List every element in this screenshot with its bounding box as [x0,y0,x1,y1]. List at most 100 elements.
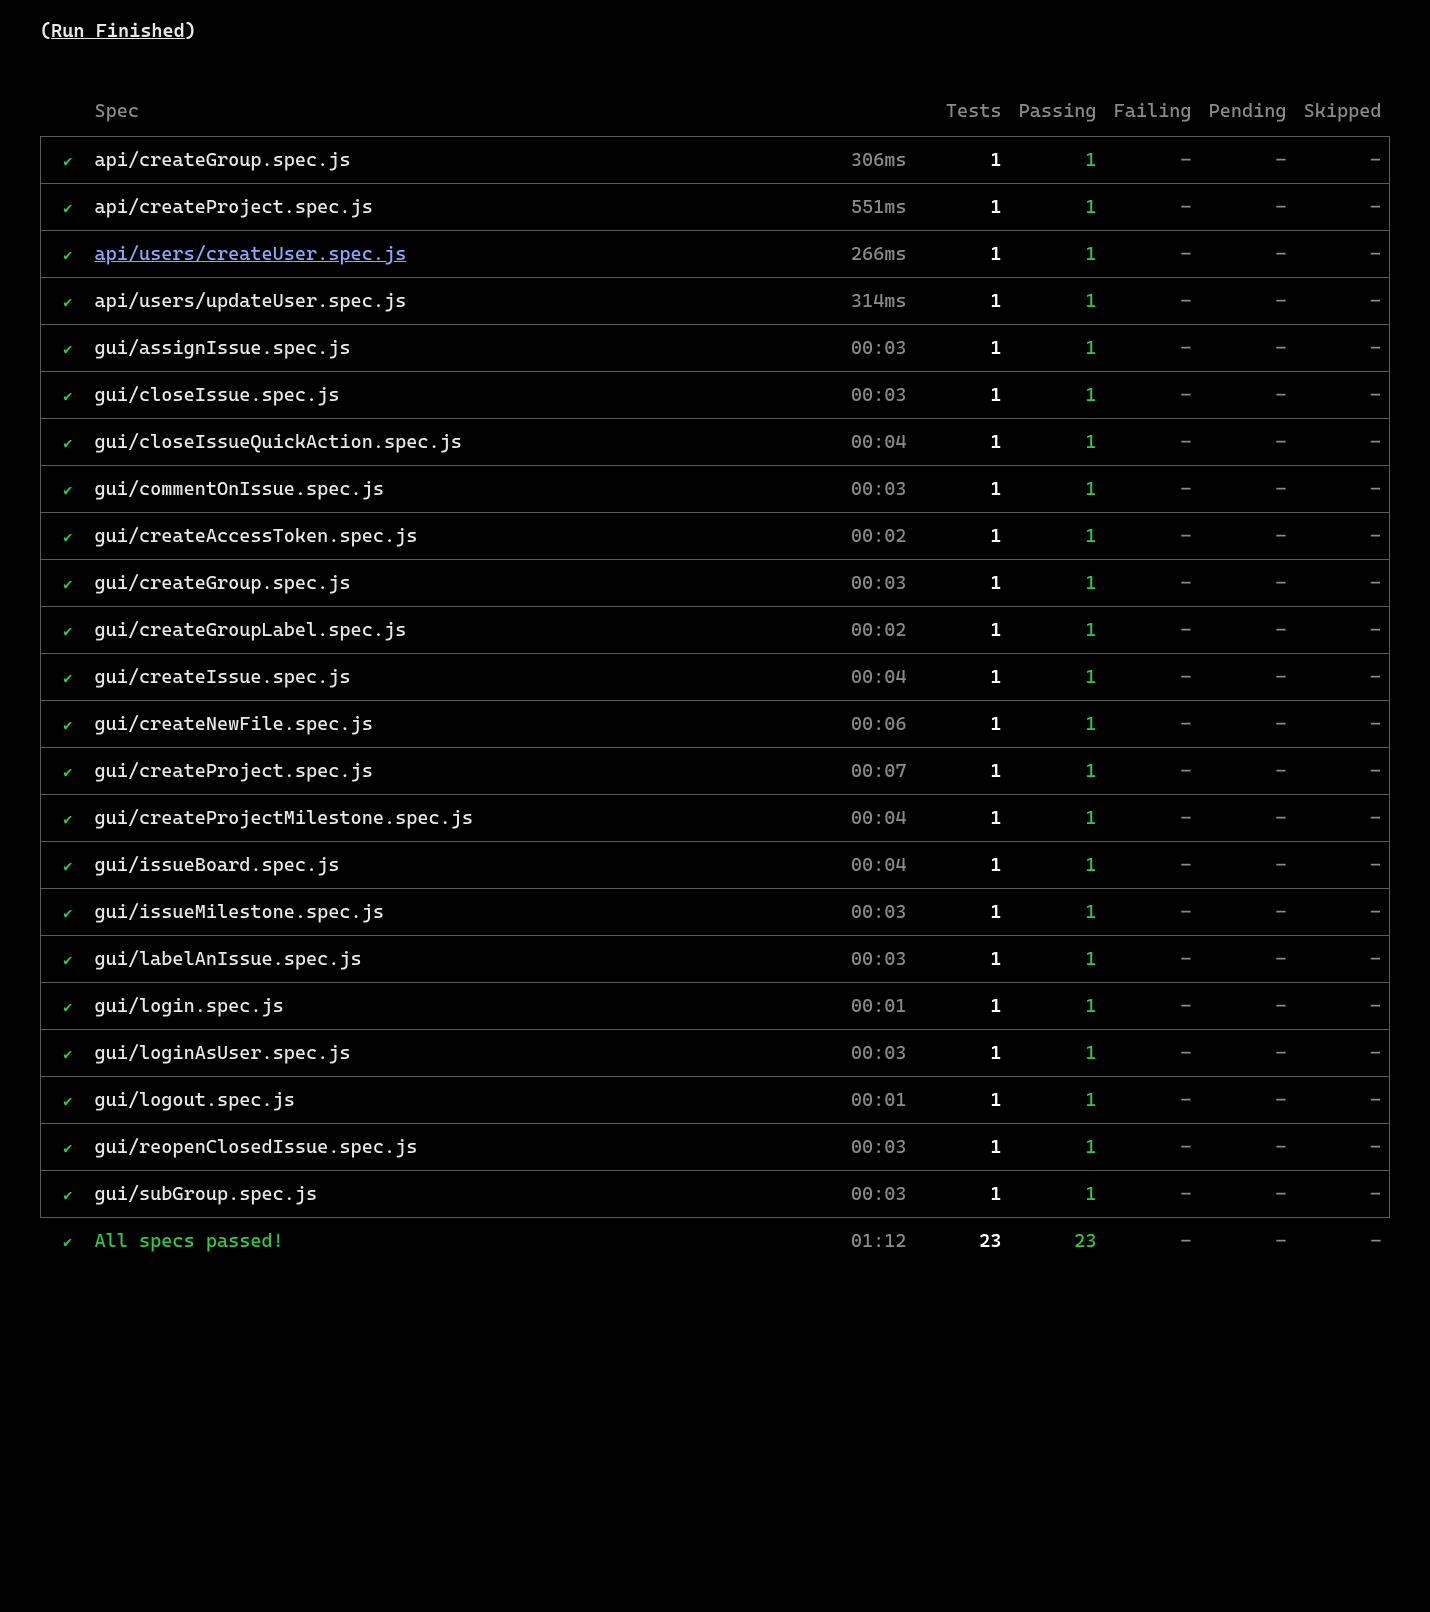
check-icon: ✔ [63,199,72,217]
tests-cell: 1 [915,137,1010,184]
pending-cell: - [1200,1077,1295,1124]
tests-cell: 1 [915,654,1010,701]
pending-cell: - [1200,842,1295,889]
check-icon: ✔ [63,340,72,358]
tests-cell: 1 [915,560,1010,607]
spec-link[interactable]: api/users/createUser.spec.js [95,243,407,265]
table-row: ✔gui/loginAsUser.spec.js00:0311--- [41,1030,1390,1077]
check-icon: ✔ [63,246,72,264]
failing-cell: - [1105,748,1200,795]
check-icon: ✔ [63,669,72,687]
passing-cell: 1 [1010,325,1105,372]
skipped-cell: - [1295,1030,1390,1077]
table-row: ✔gui/issueMilestone.spec.js00:0311--- [41,889,1390,936]
spec-name: gui/logout.spec.js [95,1089,295,1111]
passing-cell: 1 [1010,748,1105,795]
failing-cell: - [1105,184,1200,231]
failing-cell: - [1105,795,1200,842]
passing-cell: 1 [1010,701,1105,748]
failing-cell: - [1105,842,1200,889]
pending-cell: - [1200,231,1295,278]
check-icon: ✔ [63,152,72,170]
skipped-cell: - [1295,983,1390,1030]
tests-cell: 1 [915,983,1010,1030]
skipped-cell: - [1295,325,1390,372]
passing-cell: 1 [1010,231,1105,278]
table-row: ✔gui/closeIssue.spec.js00:0311--- [41,372,1390,419]
passing-cell: 1 [1010,1077,1105,1124]
duration-cell: 306ms [795,137,915,184]
passing-cell: 1 [1010,842,1105,889]
table-row: ✔api/users/updateUser.spec.js314ms11--- [41,278,1390,325]
table-row: ✔gui/createProject.spec.js00:0711--- [41,748,1390,795]
pending-cell: - [1200,513,1295,560]
passing-cell: 1 [1010,419,1105,466]
check-icon: ✔ [63,951,72,969]
skipped-cell: - [1295,607,1390,654]
check-icon: ✔ [63,857,72,875]
spec-name: gui/assignIssue.spec.js [95,337,351,359]
failing-cell: - [1105,983,1200,1030]
duration-cell: 00:02 [795,607,915,654]
table-row: ✔api/createGroup.spec.js306ms11--- [41,137,1390,184]
passing-cell: 1 [1010,1124,1105,1171]
failing-cell: - [1105,466,1200,513]
summary-row: ✔ All specs passed! 01:12 23 23 - - - [41,1218,1390,1265]
skipped-cell: - [1295,936,1390,983]
tests-cell: 1 [915,325,1010,372]
table-row: ✔gui/labelAnIssue.spec.js00:0311--- [41,936,1390,983]
check-icon: ✔ [63,293,72,311]
spec-name: gui/reopenClosedIssue.spec.js [95,1136,418,1158]
tests-cell: 1 [915,889,1010,936]
passing-cell: 1 [1010,795,1105,842]
check-icon: ✔ [63,387,72,405]
duration-cell: 266ms [795,231,915,278]
spec-name: gui/createIssue.spec.js [95,666,351,688]
spec-name: api/users/updateUser.spec.js [95,290,407,312]
passing-cell: 1 [1010,372,1105,419]
failing-cell: - [1105,560,1200,607]
pending-cell: - [1200,1171,1295,1218]
duration-cell: 00:03 [795,325,915,372]
failing-cell: - [1105,1124,1200,1171]
pending-cell: - [1200,983,1295,1030]
header-pending: Pending [1200,88,1295,137]
duration-cell: 00:03 [795,560,915,607]
header-passing: Passing [1010,88,1105,137]
spec-name: gui/login.spec.js [95,995,284,1017]
duration-cell: 00:03 [795,466,915,513]
spec-name: gui/subGroup.spec.js [95,1183,318,1205]
check-icon: ✔ [63,716,72,734]
table-row: ✔gui/createNewFile.spec.js00:0611--- [41,701,1390,748]
skipped-cell: - [1295,419,1390,466]
table-header-row: Spec Tests Passing Failing Pending Skipp… [41,88,1390,137]
check-icon: ✔ [63,998,72,1016]
summary-skipped: - [1295,1218,1390,1265]
failing-cell: - [1105,419,1200,466]
table-row: ✔gui/createProjectMilestone.spec.js00:04… [41,795,1390,842]
tests-cell: 1 [915,1171,1010,1218]
check-icon: ✔ [63,1092,72,1110]
pending-cell: - [1200,936,1295,983]
table-row: ✔gui/createGroup.spec.js00:0311--- [41,560,1390,607]
duration-cell: 00:04 [795,842,915,889]
table-row: ✔api/users/createUser.spec.js266ms11--- [41,231,1390,278]
skipped-cell: - [1295,842,1390,889]
summary-duration: 01:12 [795,1218,915,1265]
tests-cell: 1 [915,419,1010,466]
spec-name: gui/issueBoard.spec.js [95,854,340,876]
failing-cell: - [1105,607,1200,654]
tests-cell: 1 [915,513,1010,560]
tests-cell: 1 [915,795,1010,842]
passing-cell: 1 [1010,184,1105,231]
passing-cell: 1 [1010,278,1105,325]
skipped-cell: - [1295,560,1390,607]
pending-cell: - [1200,278,1295,325]
tests-cell: 1 [915,372,1010,419]
skipped-cell: - [1295,1171,1390,1218]
tests-cell: 1 [915,748,1010,795]
pending-cell: - [1200,654,1295,701]
pending-cell: - [1200,184,1295,231]
summary-tests: 23 [915,1218,1010,1265]
duration-cell: 00:03 [795,889,915,936]
